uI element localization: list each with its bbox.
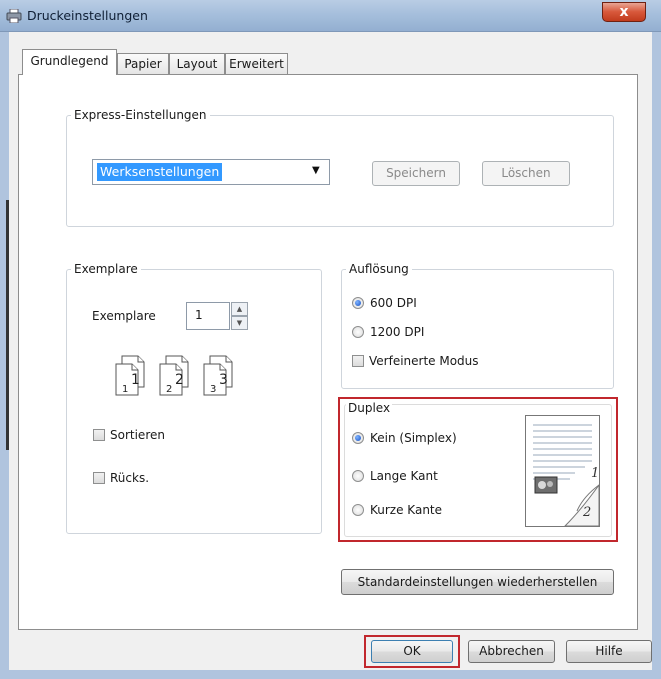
save-button[interactable]: Speichern [372,161,460,186]
chevron-down-icon: ▼ [312,165,320,176]
window-title: Druckeinstellungen [27,8,148,23]
resolution-600-radio[interactable] [352,297,364,309]
duplex-preview-icon: 1 2 [525,415,600,527]
collate-label: Sortieren [110,428,165,442]
collate-pages-icon: 1 1 2 2 3 3 [114,354,269,400]
express-settings-select[interactable]: Werksenstellungen ▼ [92,159,330,185]
refined-mode-checkbox[interactable] [352,355,364,367]
window-frame-right [652,32,661,679]
copies-increment[interactable]: ▲ [231,302,248,316]
page-number-label: 1 [131,372,140,388]
printer-icon [6,8,22,24]
close-icon: x [619,4,629,20]
duplex-simplex-label: Kein (Simplex) [370,431,457,445]
copies-input[interactable]: 1 [186,302,230,330]
page-number-label: 3 [210,384,216,395]
copies-legend: Exemplare [71,262,141,276]
cancel-button[interactable]: Abbrechen [468,640,555,663]
tab-grundlegend[interactable]: Grundlegend [22,49,117,75]
copies-decrement[interactable]: ▼ [231,316,248,330]
duplex-long-edge-radio[interactable] [352,470,364,482]
delete-button[interactable]: Löschen [482,161,570,186]
up-arrow-icon: ▲ [236,305,243,313]
page-number-label: 2 [175,372,184,388]
tab-layout[interactable]: Layout [169,53,225,74]
resolution-1200-radio[interactable] [352,326,364,338]
copies-value: 1 [195,308,203,322]
express-settings-legend: Express-Einstellungen [71,108,210,122]
collate-checkbox[interactable] [93,429,105,441]
preview-page-front-label: 1 [591,466,599,481]
help-button[interactable]: Hilfe [566,640,652,663]
page-number-label: 3 [219,372,228,388]
duplex-short-edge-radio[interactable] [352,504,364,516]
reverse-label: Rücks. [110,471,150,485]
page-number-label: 1 [122,384,128,395]
down-arrow-icon: ▼ [236,319,243,327]
resolution-1200-label: 1200 DPI [370,325,425,339]
resolution-600-label: 600 DPI [370,296,417,310]
close-button[interactable]: x [602,2,646,22]
window-frame-bottom [0,670,661,679]
reverse-checkbox[interactable] [93,472,105,484]
page-number-label: 2 [166,384,172,395]
duplex-legend: Duplex [346,401,393,415]
restore-defaults-button[interactable]: Standardeinstellungen wiederherstellen [341,569,614,595]
tab-erweitert[interactable]: Erweitert [225,53,288,74]
refined-mode-label: Verfeinerte Modus [369,354,479,368]
ok-button[interactable]: OK [371,640,453,663]
duplex-short-edge-label: Kurze Kante [370,503,443,517]
express-settings-selected-value: Werksenstellungen [97,163,223,181]
duplex-simplex-radio[interactable] [352,432,364,444]
tab-papier[interactable]: Papier [117,53,169,74]
duplex-long-edge-label: Lange Kant [370,469,438,483]
preview-page-back-label: 2 [582,505,591,520]
resolution-legend: Auflösung [346,262,412,276]
copies-field-label: Exemplare [92,309,156,323]
